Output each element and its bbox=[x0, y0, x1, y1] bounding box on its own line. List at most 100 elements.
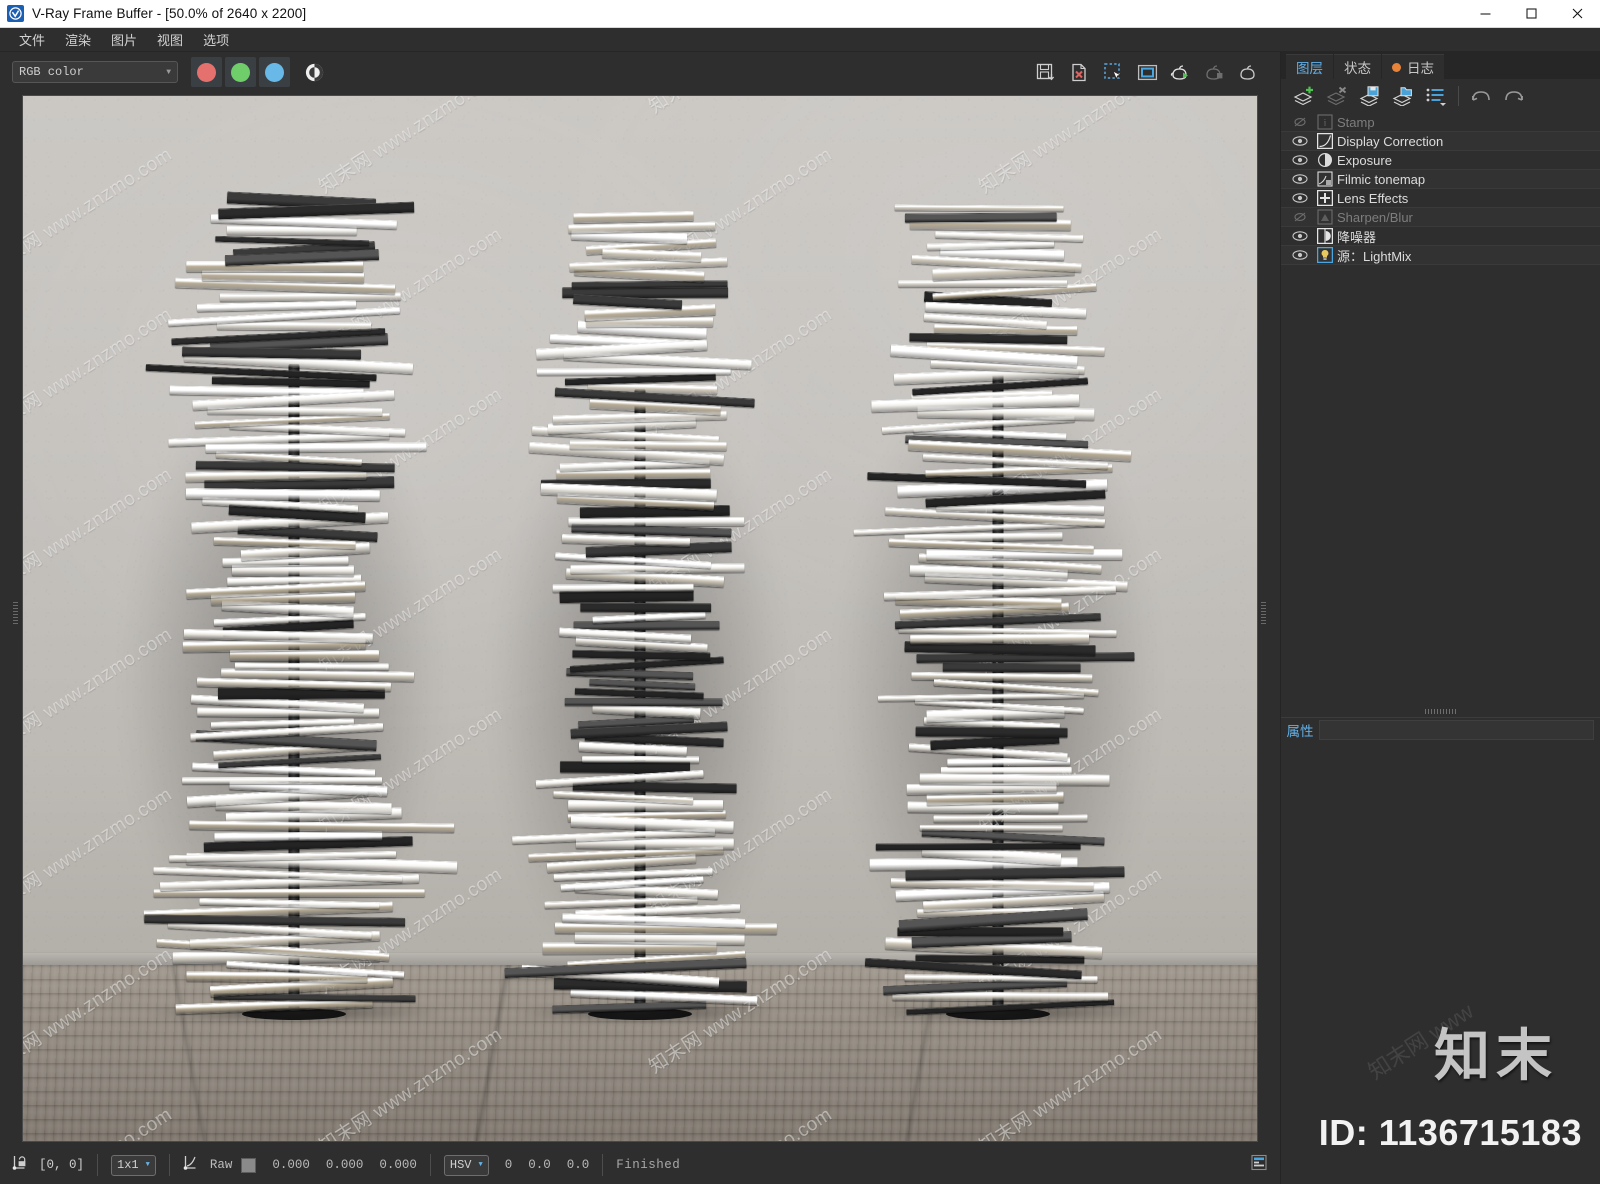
layer-name: Sharpen/Blur bbox=[1337, 209, 1413, 225]
pixel-lock-icon[interactable] bbox=[12, 1154, 29, 1176]
eye-visible-icon[interactable] bbox=[1287, 249, 1313, 261]
book bbox=[235, 662, 390, 671]
image-toolbar: RGB color ▼ bbox=[0, 52, 1280, 92]
panel-splitter[interactable] bbox=[1281, 706, 1600, 717]
close-button[interactable] bbox=[1554, 0, 1600, 28]
book bbox=[230, 649, 380, 661]
properties-body: 知末网 www 知末 ID: 1136715183 bbox=[1281, 742, 1600, 1184]
book bbox=[915, 726, 1068, 739]
layer-list[interactable]: i Stamp Display Correction Exposure Filmic t… bbox=[1281, 112, 1600, 707]
picked-color-swatch[interactable] bbox=[241, 1157, 257, 1173]
tab-log[interactable]: 日志 bbox=[1382, 54, 1444, 79]
color-mode-select[interactable]: HSV ▼ bbox=[443, 1154, 489, 1176]
hsv-value-v: 0.0 bbox=[566, 1158, 590, 1172]
book bbox=[894, 204, 1064, 213]
left-splitter[interactable] bbox=[10, 92, 22, 1146]
layer-row[interactable]: 降噪器 bbox=[1281, 227, 1600, 246]
start-render-button[interactable] bbox=[1166, 57, 1196, 87]
save-layers-button[interactable] bbox=[1355, 82, 1385, 110]
viewport-area: 知末网 www.znzmo.com 知末网 www.znzmo.com 知末网 ww… bbox=[0, 92, 1280, 1146]
stop-render-button[interactable] bbox=[1200, 57, 1230, 87]
properties-title: 属性 bbox=[1286, 724, 1314, 739]
image-pane: RGB color ▼ 知末网 www.znzmo.com 知末网 www.zn… bbox=[0, 52, 1280, 1184]
menu-bar: 文件 渲染 图片 视图 选项 bbox=[0, 28, 1600, 52]
layer-toolbar bbox=[1281, 79, 1600, 112]
render-last-button[interactable] bbox=[1234, 57, 1264, 87]
layer-name: Display Correction bbox=[1337, 133, 1444, 149]
menu-render[interactable]: 渲染 bbox=[56, 27, 100, 53]
layer-row[interactable]: Display Correction bbox=[1281, 132, 1600, 151]
cursor-coordinates: [0, 0] bbox=[39, 1158, 85, 1172]
vray-logo-icon bbox=[7, 5, 24, 22]
layer-row[interactable]: Exposure bbox=[1281, 151, 1600, 170]
eye-visible-icon[interactable] bbox=[1287, 230, 1313, 242]
raw-value-r: 0.000 bbox=[272, 1158, 310, 1172]
layer-list-menu-button[interactable] bbox=[1421, 82, 1451, 110]
lightmix-icon bbox=[1313, 247, 1337, 263]
layer-row[interactable]: Sharpen/Blur bbox=[1281, 208, 1600, 227]
eye-visible-icon[interactable] bbox=[1287, 135, 1313, 147]
info-list-icon[interactable] bbox=[1250, 1154, 1270, 1176]
lens-effects-icon bbox=[1313, 190, 1337, 206]
undo-button[interactable] bbox=[1466, 82, 1496, 110]
sample-size-select[interactable]: 1x1 ▼ bbox=[111, 1154, 156, 1176]
sample-size-value: 1x1 bbox=[117, 1158, 139, 1172]
tab-layers[interactable]: 图层 bbox=[1286, 54, 1333, 79]
monochrome-toggle-button[interactable] bbox=[299, 57, 329, 87]
exposure-icon bbox=[1313, 152, 1337, 168]
load-layers-button[interactable] bbox=[1388, 82, 1418, 110]
region-render-button[interactable] bbox=[1098, 57, 1128, 87]
tab-layers-label: 图层 bbox=[1296, 61, 1323, 76]
book bbox=[189, 820, 456, 833]
layer-name: Filmic tonemap bbox=[1337, 171, 1426, 187]
eye-visible-icon[interactable] bbox=[1287, 154, 1313, 166]
raw-label: Raw bbox=[209, 1158, 233, 1172]
curve-icon[interactable] bbox=[183, 1154, 200, 1176]
log-badge-dot bbox=[1392, 62, 1401, 72]
menu-image[interactable]: 图片 bbox=[102, 27, 146, 53]
menu-options[interactable]: 选项 bbox=[194, 27, 238, 53]
save-image-button[interactable] bbox=[1030, 57, 1060, 87]
blue-channel-button[interactable] bbox=[259, 57, 290, 87]
layer-name: 降噪器 bbox=[1337, 229, 1377, 245]
save-image-as-button[interactable] bbox=[1064, 57, 1094, 87]
book bbox=[933, 814, 1088, 823]
right-splitter[interactable] bbox=[1258, 92, 1270, 1146]
eye-visible-icon[interactable] bbox=[1287, 192, 1313, 204]
red-channel-button[interactable] bbox=[191, 57, 222, 87]
vray-frame-buffer-window: V-Ray Frame Buffer - [50.0% of 2640 x 22… bbox=[0, 0, 1600, 1184]
layer-row[interactable]: Lens Effects bbox=[1281, 189, 1600, 208]
eye-visible-icon[interactable] bbox=[1287, 173, 1313, 185]
menu-view[interactable]: 视图 bbox=[148, 27, 192, 53]
green-channel-button[interactable] bbox=[225, 57, 256, 87]
stamp-icon: i bbox=[1313, 114, 1337, 130]
eye-hidden-icon[interactable] bbox=[1287, 116, 1313, 128]
book bbox=[877, 692, 1084, 702]
book bbox=[205, 442, 427, 454]
tab-status-label: 状态 bbox=[1344, 61, 1371, 76]
fit-to-window-button[interactable] bbox=[1132, 57, 1162, 87]
tab-status[interactable]: 状态 bbox=[1334, 54, 1381, 79]
eye-hidden-icon[interactable] bbox=[1287, 211, 1313, 223]
layer-row[interactable]: 源：LightMix bbox=[1281, 246, 1600, 265]
brand-watermark: 知末 bbox=[1434, 1024, 1558, 1087]
minimize-button[interactable] bbox=[1462, 0, 1508, 28]
layer-row[interactable]: Filmic tonemap bbox=[1281, 170, 1600, 189]
layer-name: Lens Effects bbox=[1337, 190, 1409, 206]
toolbar-right-buttons bbox=[1030, 57, 1272, 87]
layer-row[interactable]: i Stamp bbox=[1281, 113, 1600, 132]
add-layer-button[interactable] bbox=[1289, 82, 1319, 110]
right-panel: 图层 状态 日志 i Stamp Display Correction Expo… bbox=[1280, 52, 1600, 1184]
channel-select[interactable]: RGB color ▼ bbox=[12, 61, 178, 83]
book bbox=[569, 439, 728, 451]
book bbox=[898, 279, 1067, 288]
properties-search-field[interactable] bbox=[1319, 720, 1594, 740]
book-stack bbox=[504, 201, 778, 1021]
menu-file[interactable]: 文件 bbox=[10, 27, 54, 53]
redo-button[interactable] bbox=[1499, 82, 1529, 110]
render-viewport[interactable]: 知末网 www.znzmo.com 知末网 www.znzmo.com 知末网 ww… bbox=[22, 95, 1258, 1142]
curve-icon bbox=[1313, 133, 1337, 149]
window-title: V-Ray Frame Buffer - [50.0% of 2640 x 22… bbox=[32, 6, 307, 21]
maximize-button[interactable] bbox=[1508, 0, 1554, 28]
raw-value-b: 0.000 bbox=[379, 1158, 417, 1172]
